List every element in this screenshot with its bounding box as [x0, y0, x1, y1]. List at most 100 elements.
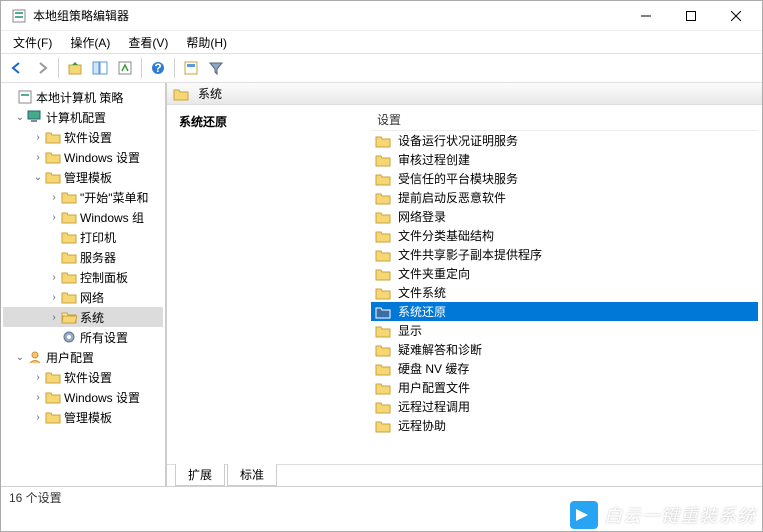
folder-icon [61, 229, 77, 245]
folder-icon [45, 149, 61, 165]
list-item-label: 硬盘 NV 缓存 [398, 360, 469, 377]
list-item[interactable]: 显示 [371, 321, 758, 340]
list-item[interactable]: 硬盘 NV 缓存 [371, 359, 758, 378]
expand-toggle[interactable]: › [47, 312, 61, 323]
tree-server[interactable]: 服务器 [3, 247, 163, 267]
list-item[interactable]: 设备运行状况证明服务 [371, 131, 758, 150]
menu-view[interactable]: 查看(V) [120, 32, 176, 53]
properties-button[interactable] [113, 56, 137, 80]
folder-icon [61, 249, 77, 265]
show-hide-tree-button[interactable] [88, 56, 112, 80]
list-item[interactable]: 文件夹重定向 [371, 264, 758, 283]
collapse-toggle[interactable]: ⌄ [13, 112, 27, 123]
expand-toggle[interactable]: › [47, 212, 61, 223]
list-item[interactable]: 提前启动反恶意软件 [371, 188, 758, 207]
list-item[interactable]: 疑难解答和诊断 [371, 340, 758, 359]
tree-computer-config[interactable]: ⌄ 计算机配置 [3, 107, 163, 127]
app-icon [11, 8, 27, 24]
tree-all-settings[interactable]: 所有设置 [3, 327, 163, 347]
expand-toggle[interactable]: › [47, 292, 61, 303]
tabs: 扩展 标准 [167, 464, 762, 486]
tree-control-panel[interactable]: › 控制面板 [3, 267, 163, 287]
main-area: 本地计算机 策略 ⌄ 计算机配置 › 软件设置 › Windows 设置 ⌄ 管… [1, 83, 762, 486]
folder-icon [375, 171, 391, 187]
svg-text:?: ? [154, 61, 161, 75]
list-item-label: 受信任的平台模块服务 [398, 170, 518, 187]
settings-list[interactable]: 设置 设备运行状况证明服务审核过程创建受信任的平台模块服务提前启动反恶意软件网络… [371, 109, 758, 460]
title-bar: 本地组策略编辑器 [1, 1, 762, 31]
tab-extended[interactable]: 扩展 [175, 464, 225, 486]
column-header-settings[interactable]: 设置 [371, 109, 758, 131]
menu-help[interactable]: 帮助(H) [178, 32, 235, 53]
tree-root[interactable]: 本地计算机 策略 [3, 87, 163, 107]
expand-toggle[interactable]: › [31, 412, 45, 423]
expand-toggle[interactable]: › [31, 132, 45, 143]
folder-icon [375, 399, 391, 415]
tree-user-config[interactable]: ⌄ 用户配置 [3, 347, 163, 367]
export-button[interactable] [179, 56, 203, 80]
toolbar-separator [141, 58, 142, 78]
list-item[interactable]: 受信任的平台模块服务 [371, 169, 758, 188]
filter-button[interactable] [204, 56, 228, 80]
list-body: 系统还原 设置 设备运行状况证明服务审核过程创建受信任的平台模块服务提前启动反恶… [167, 105, 762, 464]
folder-icon [375, 361, 391, 377]
collapse-toggle[interactable]: ⌄ [31, 172, 45, 183]
list-item[interactable]: 审核过程创建 [371, 150, 758, 169]
menu-action[interactable]: 操作(A) [62, 32, 118, 53]
maximize-button[interactable] [668, 2, 713, 30]
folder-icon [45, 409, 61, 425]
list-item[interactable]: 网络登录 [371, 207, 758, 226]
tree-software-settings[interactable]: › 软件设置 [3, 127, 163, 147]
expand-toggle[interactable]: › [47, 272, 61, 283]
tree-windows-settings[interactable]: › Windows 设置 [3, 147, 163, 167]
close-button[interactable] [713, 2, 758, 30]
tree-windows-components[interactable]: › Windows 组 [3, 207, 163, 227]
folder-icon [61, 189, 77, 205]
toolbar-separator [58, 58, 59, 78]
list-item[interactable]: 文件共享影子副本提供程序 [371, 245, 758, 264]
tree-admin-templates[interactable]: ⌄ 管理模板 [3, 167, 163, 187]
tree-u-software-settings[interactable]: › 软件设置 [3, 367, 163, 387]
list-item[interactable]: 用户配置文件 [371, 378, 758, 397]
list-header: 系统 [167, 83, 762, 105]
menu-bar: 文件(F) 操作(A) 查看(V) 帮助(H) [1, 31, 762, 53]
collapse-toggle[interactable]: ⌄ [13, 352, 27, 363]
folder-open-icon [61, 309, 77, 325]
forward-button[interactable] [30, 56, 54, 80]
tab-standard[interactable]: 标准 [227, 464, 277, 486]
minimize-button[interactable] [623, 2, 668, 30]
expand-toggle[interactable]: › [31, 372, 45, 383]
settings-icon [61, 329, 77, 345]
list-item-label: 显示 [398, 322, 422, 339]
folder-icon [375, 133, 391, 149]
folder-icon [375, 209, 391, 225]
list-item-label: 提前启动反恶意软件 [398, 189, 506, 206]
folder-icon [375, 228, 391, 244]
tree-start-menu[interactable]: › "开始"菜单和 [3, 187, 163, 207]
tree-pane[interactable]: 本地计算机 策略 ⌄ 计算机配置 › 软件设置 › Windows 设置 ⌄ 管… [1, 83, 166, 486]
user-icon [27, 349, 43, 365]
expand-toggle[interactable]: › [31, 152, 45, 163]
list-item[interactable]: 系统还原 [371, 302, 758, 321]
tree-system[interactable]: › 系统 [3, 307, 163, 327]
tree-u-admin-templates[interactable]: › 管理模板 [3, 407, 163, 427]
tree-printers[interactable]: 打印机 [3, 227, 163, 247]
expand-toggle[interactable]: › [31, 392, 45, 403]
up-button[interactable] [63, 56, 87, 80]
menu-file[interactable]: 文件(F) [5, 32, 60, 53]
list-item[interactable]: 文件系统 [371, 283, 758, 302]
status-text: 16 个设置 [9, 489, 62, 506]
folder-icon [375, 323, 391, 339]
tree-network[interactable]: › 网络 [3, 287, 163, 307]
list-item[interactable]: 文件分类基础结构 [371, 226, 758, 245]
expand-toggle[interactable]: › [47, 192, 61, 203]
list-item-label: 系统还原 [398, 303, 446, 320]
help-button[interactable]: ? [146, 56, 170, 80]
folder-icon [45, 389, 61, 405]
folder-icon [173, 86, 189, 102]
list-item[interactable]: 远程过程调用 [371, 397, 758, 416]
list-item-label: 网络登录 [398, 208, 446, 225]
tree-u-windows-settings[interactable]: › Windows 设置 [3, 387, 163, 407]
back-button[interactable] [5, 56, 29, 80]
list-item[interactable]: 远程协助 [371, 416, 758, 435]
